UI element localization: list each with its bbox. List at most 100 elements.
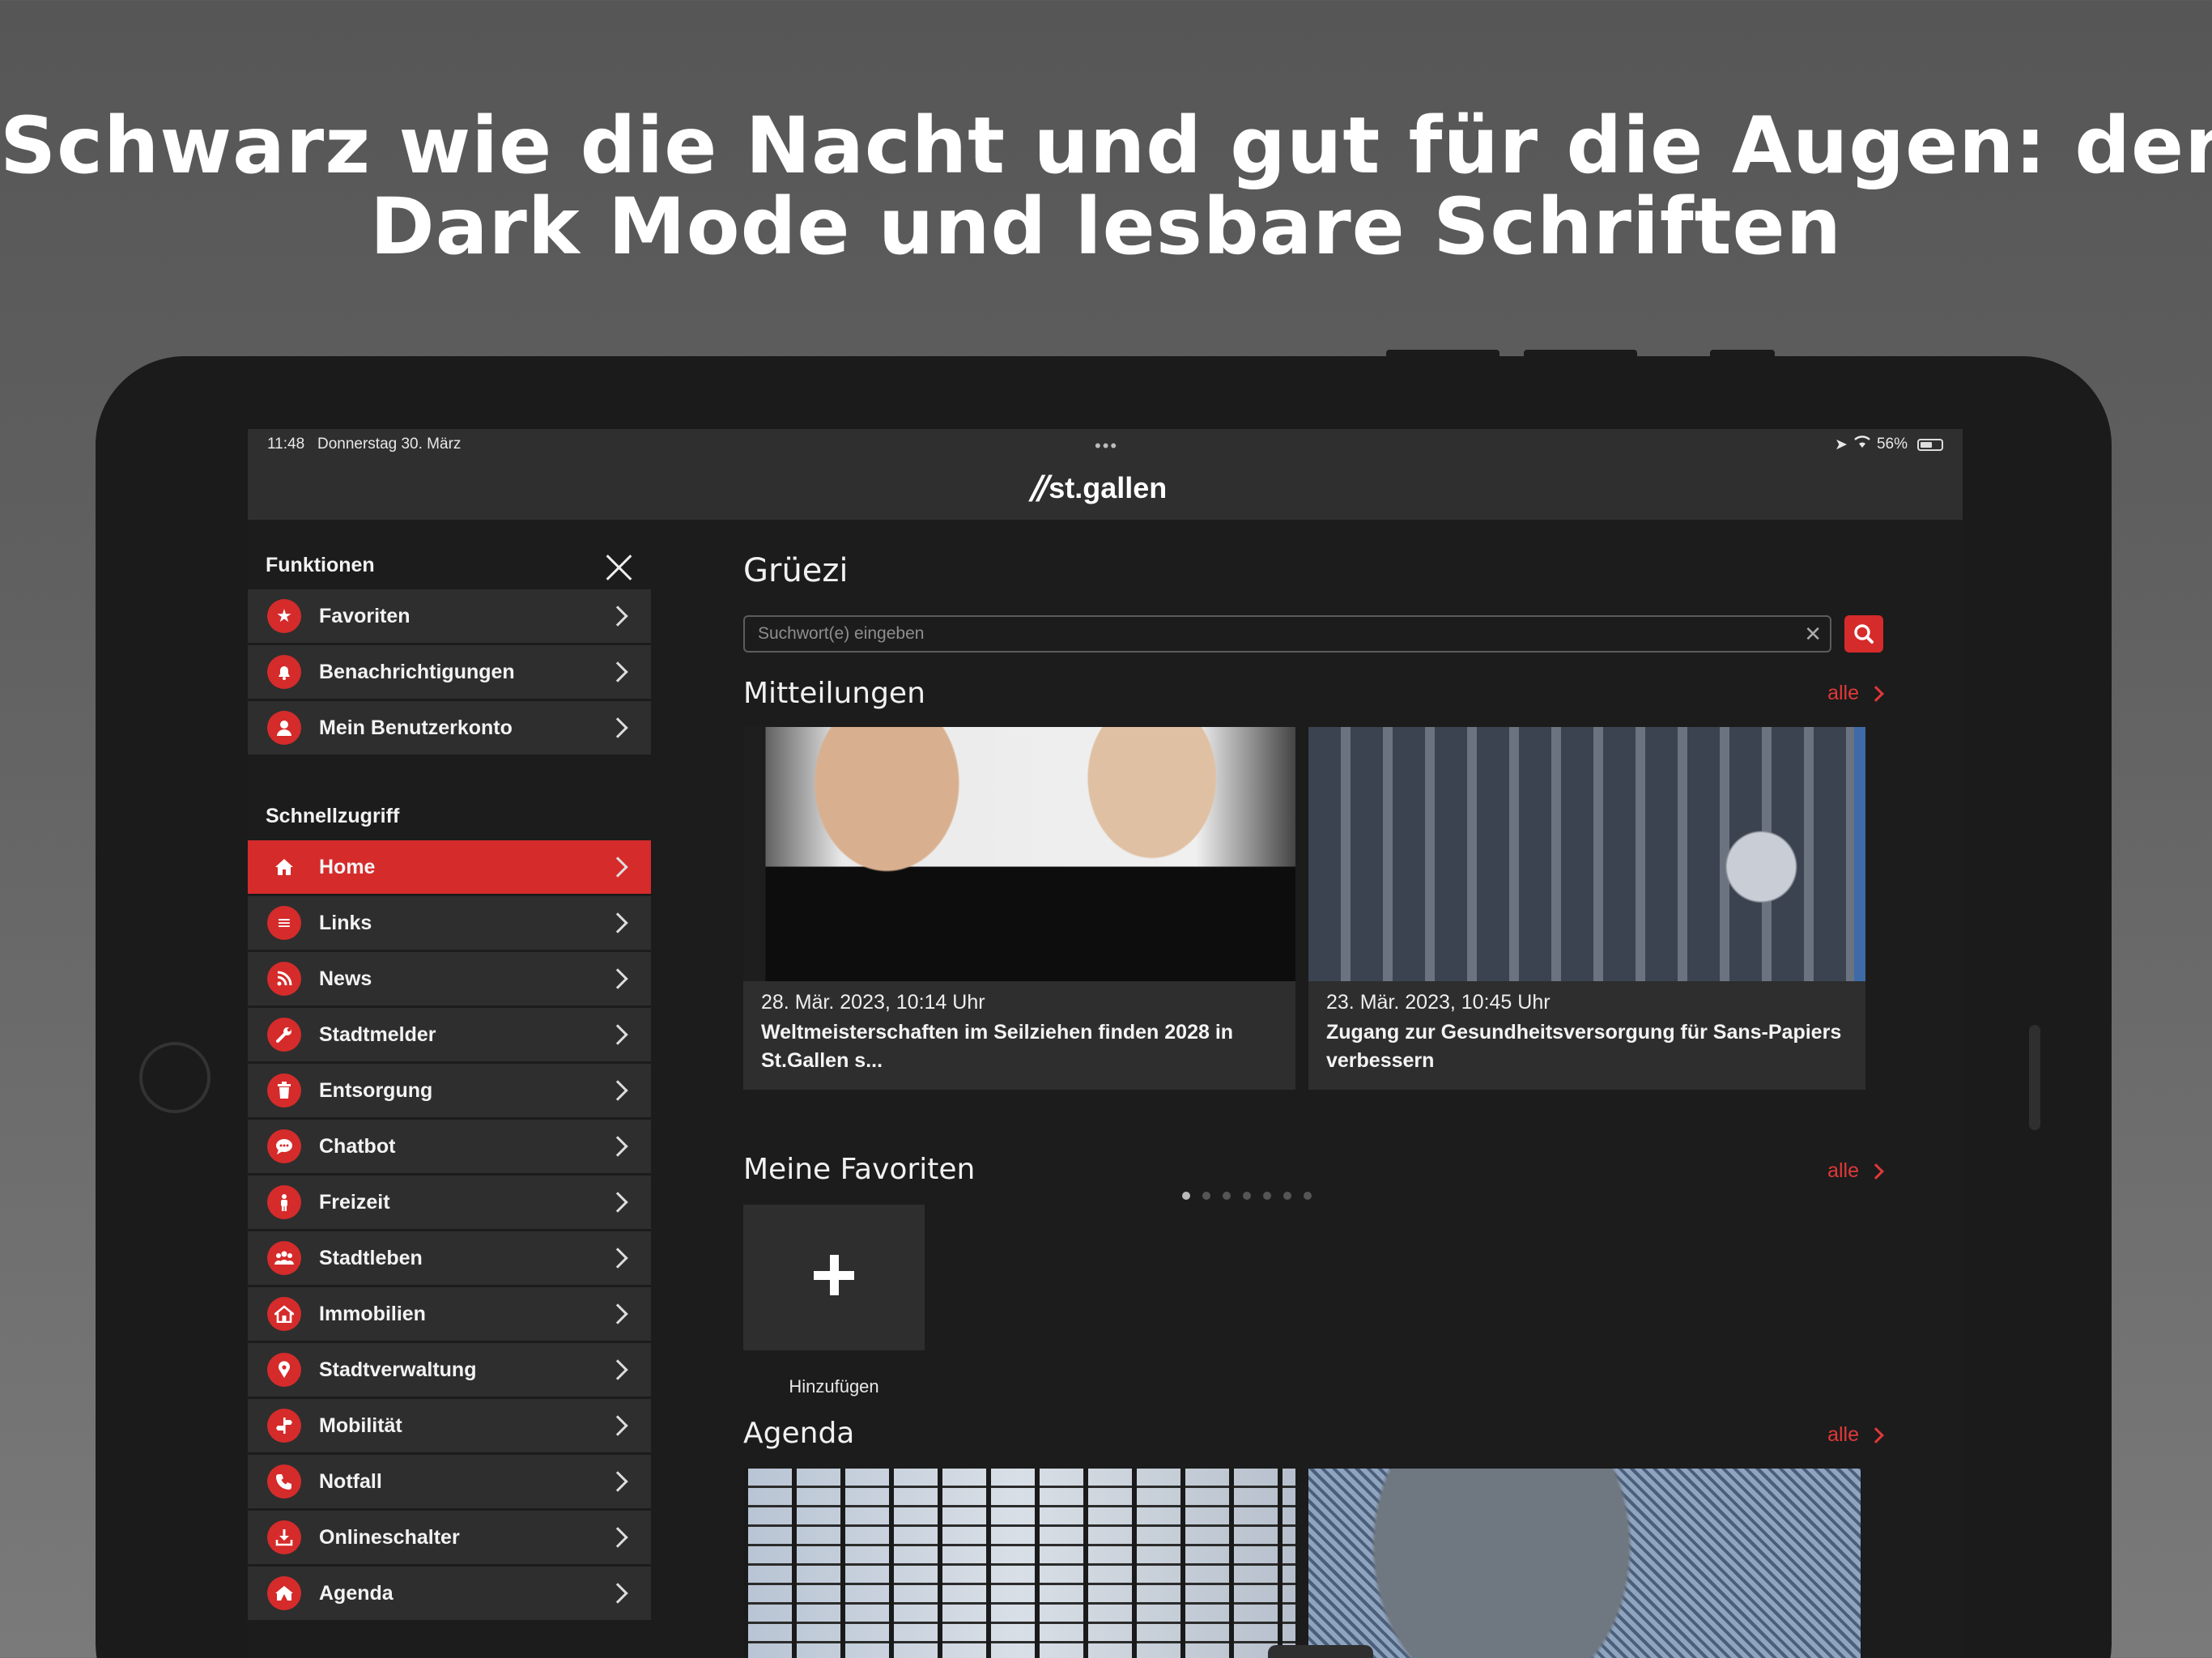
carousel-page-indicator[interactable] bbox=[651, 1192, 1963, 1200]
sidebar-item-label: Benachrichtigungen bbox=[319, 660, 515, 683]
carousel-dot[interactable] bbox=[1304, 1192, 1312, 1200]
news-card[interactable]: 28. Mär. 2023, 10:14 Uhr Weltmeisterscha… bbox=[743, 727, 1295, 1090]
chevron-right-icon bbox=[607, 1136, 628, 1157]
news-date: 23. Mär. 2023, 10:45 Uhr bbox=[1326, 991, 1551, 1014]
headline-line-2: Dark Mode und lesbare Schriften bbox=[370, 181, 1842, 272]
chevron-right-icon bbox=[607, 1080, 628, 1101]
section-title-functions: Funktionen bbox=[266, 554, 375, 576]
chevron-right-icon bbox=[607, 606, 628, 627]
sidebar-item-label: Favoriten bbox=[319, 604, 410, 627]
sidebar-item-benachrichtigungen[interactable]: Benachrichtigungen bbox=[248, 645, 651, 699]
sidebar-item-chatbot[interactable]: Chatbot bbox=[248, 1120, 651, 1173]
multitasking-dots-icon[interactable]: ••• bbox=[1095, 436, 1118, 457]
map-pin-icon bbox=[267, 1353, 301, 1387]
chevron-right-icon bbox=[607, 1024, 628, 1045]
agenda-card-image[interactable] bbox=[743, 1469, 1295, 1658]
sidebar-item-benutzerkonto[interactable]: Mein Benutzerkonto bbox=[248, 701, 651, 755]
chevron-right-icon bbox=[607, 661, 628, 682]
search-button[interactable] bbox=[1844, 615, 1883, 653]
favoriten-alle-link[interactable]: alle bbox=[1827, 1159, 1884, 1183]
device-side-indicator bbox=[2029, 1025, 2040, 1130]
chat-icon bbox=[267, 1129, 301, 1163]
sidebar-item-entsorgung[interactable]: Entsorgung bbox=[248, 1064, 651, 1117]
sidebar-item-immobilien[interactable]: Immobilien bbox=[248, 1287, 651, 1341]
person-icon bbox=[267, 1185, 301, 1219]
chevron-right-icon bbox=[607, 1359, 628, 1380]
news-card-partial[interactable] bbox=[1854, 727, 1865, 1090]
alle-label: alle bbox=[1827, 682, 1859, 704]
news-image bbox=[1308, 727, 1861, 981]
sidebar-item-agenda[interactable]: Agenda bbox=[248, 1567, 651, 1620]
download-tray-icon bbox=[267, 1520, 301, 1554]
news-image bbox=[743, 727, 1295, 981]
top-bar: 11:48 Donnerstag 30. März ••• ➤ 56% // s… bbox=[248, 429, 1963, 520]
logo-mark: // bbox=[1032, 470, 1050, 507]
scroll-handle[interactable] bbox=[1268, 1645, 1373, 1658]
mitteilungen-alle-link[interactable]: alle bbox=[1827, 682, 1884, 705]
agenda-alle-link[interactable]: alle bbox=[1827, 1423, 1884, 1447]
battery-icon bbox=[1917, 438, 1943, 451]
carousel-dot[interactable] bbox=[1182, 1192, 1190, 1200]
sidebar-item-news[interactable]: News bbox=[248, 952, 651, 1005]
add-favorite-button[interactable] bbox=[743, 1205, 925, 1350]
star-icon: ★ bbox=[267, 599, 301, 633]
news-title: Zugang zur Gesundheitsversorgung für San… bbox=[1326, 1021, 1842, 1072]
location-arrow-icon: ➤ bbox=[1835, 436, 1848, 453]
device-home-button bbox=[139, 1042, 211, 1113]
sidebar-item-label: Freizeit bbox=[319, 1190, 390, 1214]
sidebar-item-notfall[interactable]: Notfall bbox=[248, 1455, 651, 1508]
chevron-right-icon bbox=[607, 1248, 628, 1269]
news-card[interactable]: 23. Mär. 2023, 10:45 Uhr Zugang zur Gesu… bbox=[1308, 727, 1861, 1090]
sidebar-menu: Funktionen ★ Favoriten Benachrichtigunge… bbox=[248, 520, 651, 1658]
wrench-icon bbox=[267, 1018, 301, 1052]
sidebar-item-stadtleben[interactable]: Stadtleben bbox=[248, 1231, 651, 1285]
sidebar-item-label: Onlineschalter bbox=[319, 1525, 460, 1549]
sidebar-item-home[interactable]: Home bbox=[248, 840, 651, 894]
add-favorite-label: Hinzufügen bbox=[789, 1376, 879, 1397]
sidebar-item-label: Entsorgung bbox=[319, 1078, 433, 1102]
sidebar-item-label: Immobilien bbox=[319, 1302, 426, 1325]
sidebar-item-label: Stadtverwaltung bbox=[319, 1358, 477, 1381]
sidebar-item-favoriten[interactable]: ★ Favoriten bbox=[248, 589, 651, 643]
sidebar-item-label: Stadtmelder bbox=[319, 1022, 436, 1046]
sidebar-item-freizeit[interactable]: Freizeit bbox=[248, 1175, 651, 1229]
page-title: Grüezi bbox=[743, 552, 849, 589]
chevron-right-icon bbox=[607, 912, 628, 933]
carousel-dot[interactable] bbox=[1263, 1192, 1271, 1200]
sidebar-item-mobilitaet[interactable]: Mobilität bbox=[248, 1399, 651, 1452]
carousel-dot[interactable] bbox=[1283, 1192, 1291, 1200]
carousel-dot[interactable] bbox=[1223, 1192, 1231, 1200]
list-icon: ≡ bbox=[267, 906, 301, 940]
trash-icon bbox=[267, 1073, 301, 1107]
news-date: 28. Mär. 2023, 10:14 Uhr bbox=[761, 991, 985, 1014]
signpost-icon bbox=[267, 1409, 301, 1443]
chevron-right-icon bbox=[1868, 1426, 1884, 1443]
sidebar-item-stadtverwaltung[interactable]: Stadtverwaltung bbox=[248, 1343, 651, 1397]
status-left: 11:48 Donnerstag 30. März bbox=[267, 436, 461, 453]
sidebar-item-onlineschalter[interactable]: Onlineschalter bbox=[248, 1511, 651, 1564]
clear-icon[interactable]: ✕ bbox=[1804, 623, 1822, 647]
section-title-quick: Schnellzugriff bbox=[266, 805, 400, 827]
chevron-right-icon bbox=[607, 968, 628, 989]
chevron-right-icon bbox=[607, 1583, 628, 1604]
carousel-dot[interactable] bbox=[1243, 1192, 1251, 1200]
chevron-right-icon bbox=[607, 1192, 628, 1213]
chevron-right-icon bbox=[607, 1527, 628, 1548]
sidebar-item-label: News bbox=[319, 967, 372, 990]
plus-icon bbox=[814, 1255, 854, 1295]
sidebar-item-links[interactable]: ≡ Links bbox=[248, 896, 651, 950]
app-screen: 11:48 Donnerstag 30. März ••• ➤ 56% // s… bbox=[248, 429, 1963, 1658]
agenda-card-image[interactable] bbox=[1308, 1469, 1861, 1658]
house-icon bbox=[267, 1297, 301, 1331]
alle-label: alle bbox=[1827, 1423, 1859, 1446]
search-input[interactable] bbox=[745, 617, 1789, 651]
app-logo[interactable]: // st.gallen bbox=[1032, 470, 1167, 507]
status-date: Donnerstag 30. März bbox=[317, 436, 462, 453]
sidebar-item-stadtmelder[interactable]: Stadtmelder bbox=[248, 1008, 651, 1061]
status-right: ➤ 56% bbox=[1835, 436, 1943, 453]
home-icon bbox=[267, 850, 301, 884]
carousel-dot[interactable] bbox=[1202, 1192, 1210, 1200]
news-title: Weltmeisterschaften im Seilziehen finden… bbox=[761, 1021, 1234, 1072]
close-icon[interactable] bbox=[602, 551, 636, 585]
sidebar-item-label: Home bbox=[319, 855, 376, 878]
